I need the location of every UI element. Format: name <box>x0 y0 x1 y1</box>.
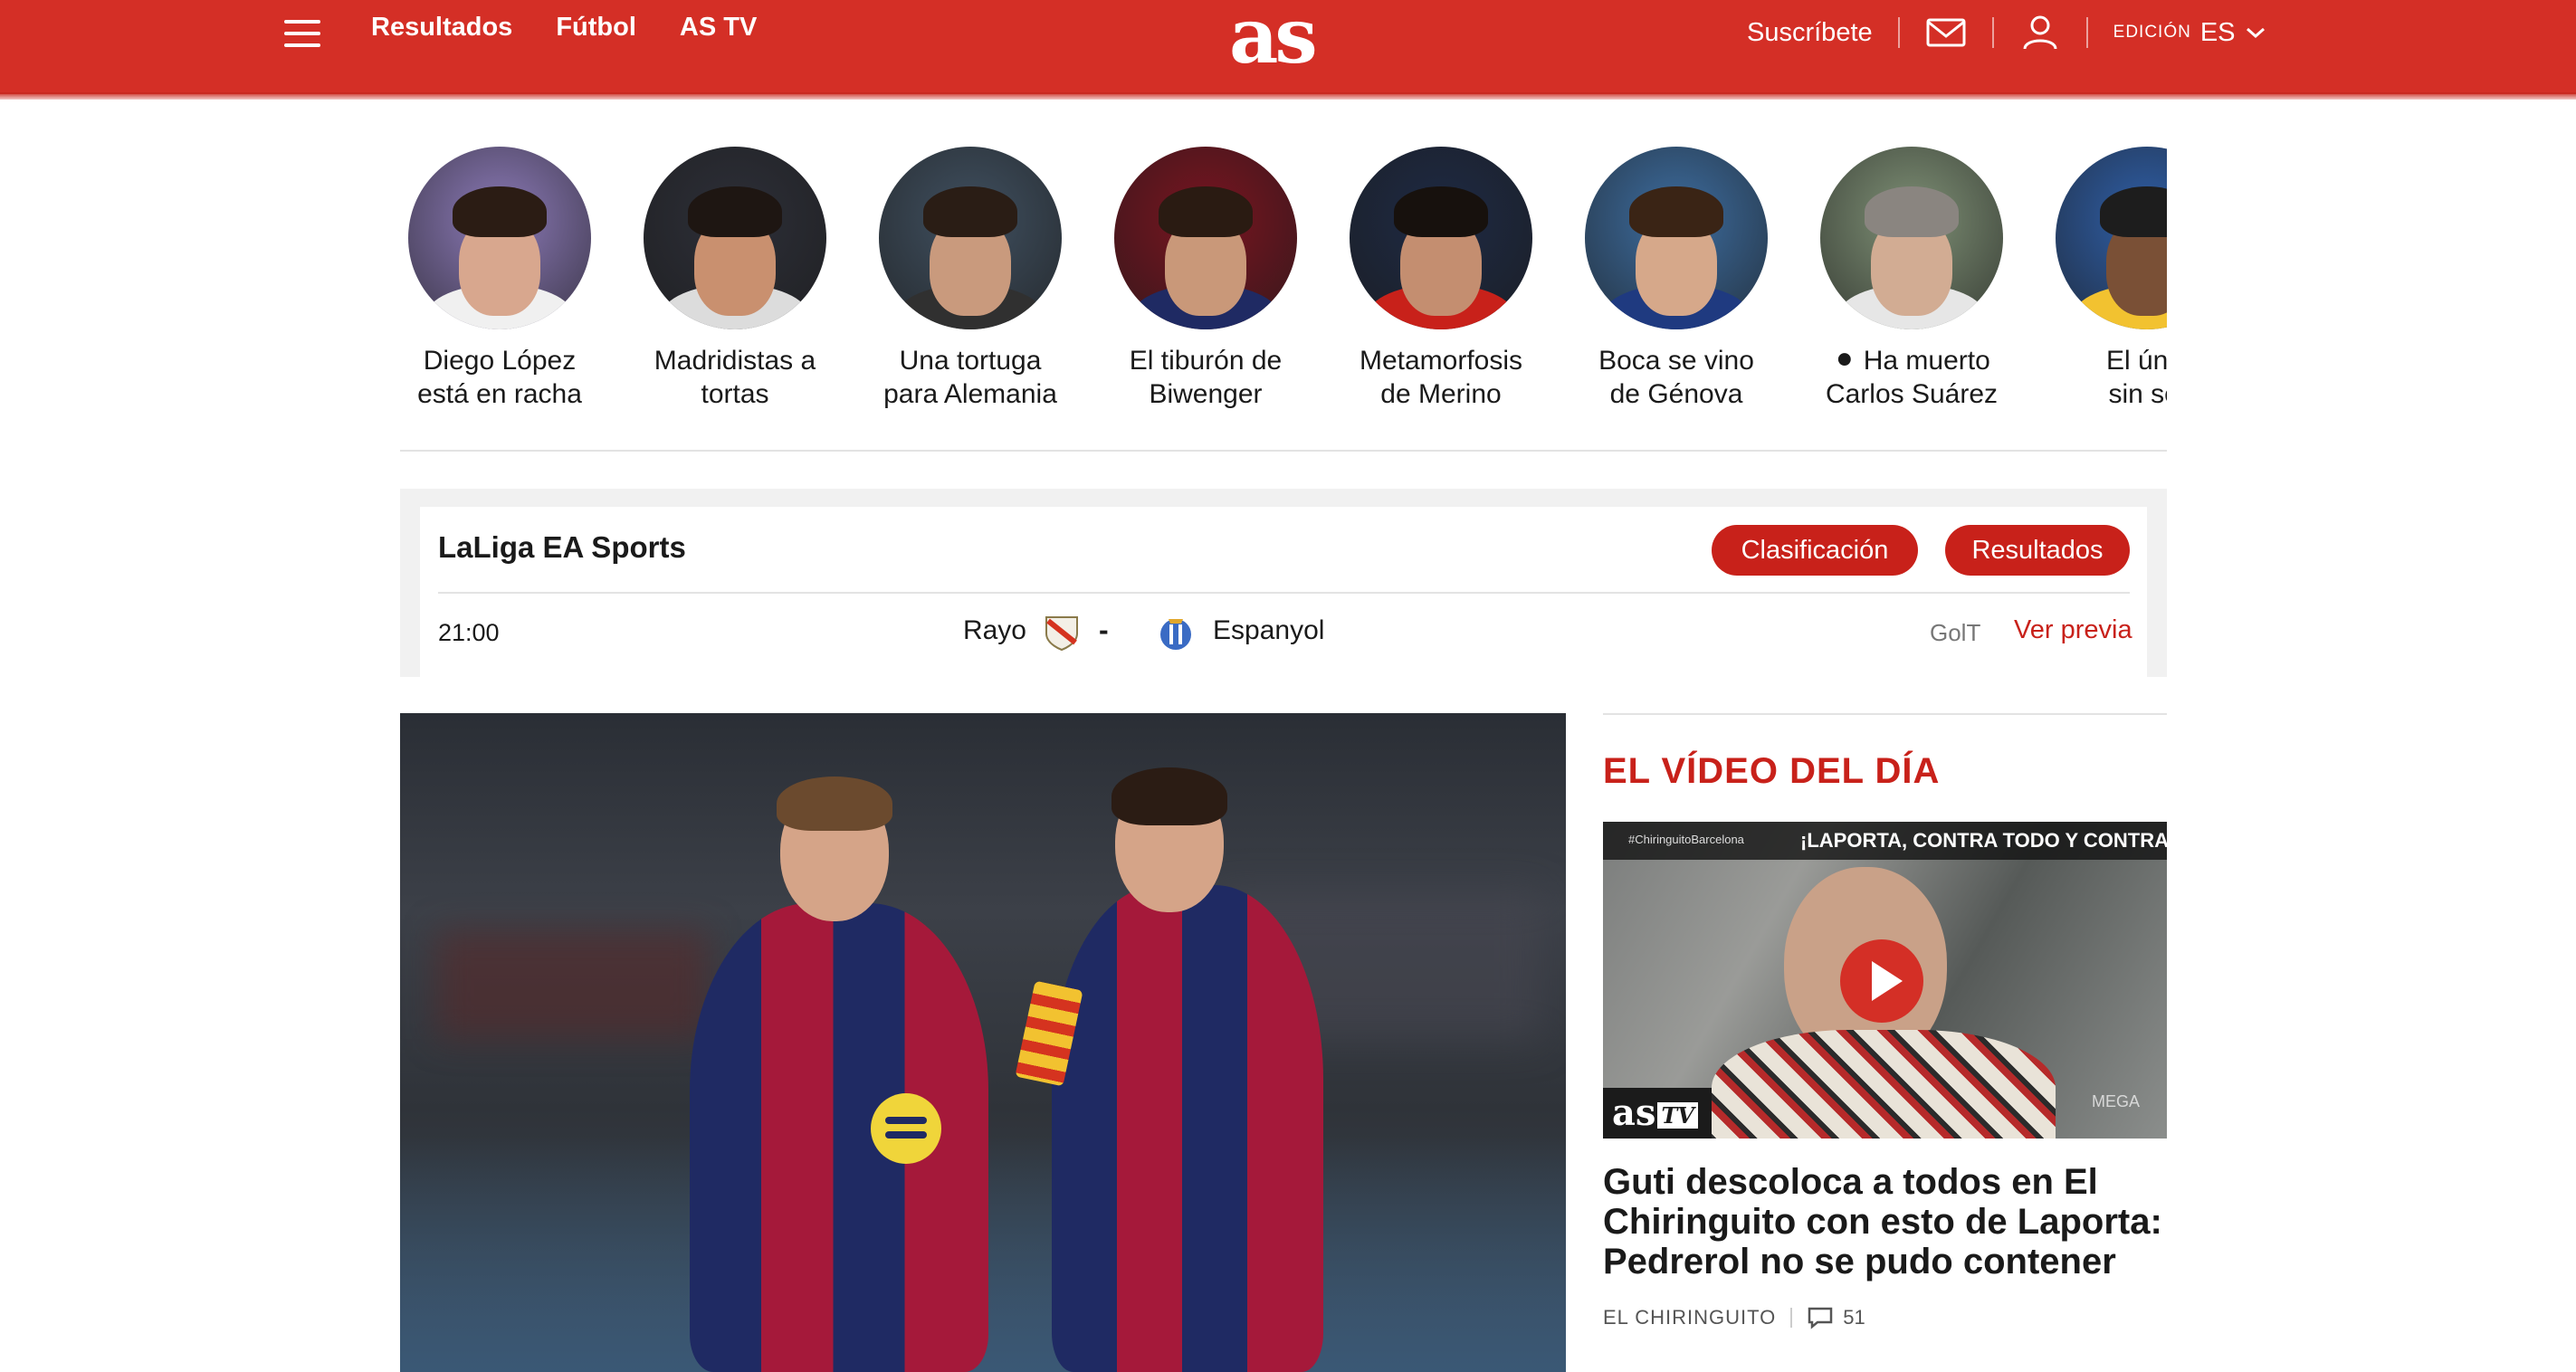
divider <box>438 592 2130 594</box>
mail-icon[interactable] <box>1925 14 1967 51</box>
nav-as-tv[interactable]: AS TV <box>680 13 757 43</box>
match-preview-link[interactable]: Ver previa <box>2014 615 2132 645</box>
divider <box>1897 17 1900 48</box>
story-item[interactable]: Una tortuga para Alemania <box>871 147 1070 411</box>
top-header: Resultados Fútbol AS TV as Suscríbete ED… <box>0 0 2576 100</box>
story-label: Diego López está en racha <box>417 346 582 409</box>
play-icon[interactable] <box>1840 939 1923 1023</box>
rayo-crest-icon <box>1045 616 1078 652</box>
nav-futbol[interactable]: Fútbol <box>556 13 636 43</box>
divider <box>1991 17 1994 48</box>
story-avatar <box>1585 147 1768 329</box>
article-source[interactable]: EL CHIRINGUITO <box>1603 1306 1776 1329</box>
laliga-card: LaLiga EA Sports Clasificación Resultado… <box>420 507 2147 677</box>
story-avatar <box>644 147 826 329</box>
video-hashtag: #ChiringuitoBarcelona <box>1628 833 1744 846</box>
story-item[interactable]: Madridistas a tortas <box>635 147 835 411</box>
menu-icon[interactable] <box>284 20 320 47</box>
story-item[interactable]: Metamorfosis de Merino <box>1341 147 1541 411</box>
home-team[interactable]: Rayo <box>918 615 1026 646</box>
edition-value: ES <box>2199 17 2236 47</box>
laliga-widget: LaLiga EA Sports Clasificación Resultado… <box>400 489 2167 677</box>
story-carousel: Diego López está en racha Madridistas a tor… <box>400 147 2167 418</box>
divider <box>1790 1308 1793 1328</box>
story-item[interactable]: El únicsin sel <box>2047 147 2167 411</box>
story-label: Boca se vino de Génova <box>1598 346 1754 409</box>
story-item[interactable]: Boca se vino de Génova <box>1577 147 1776 411</box>
divider <box>2085 17 2088 48</box>
story-label: Metamorfosis de Merino <box>1359 346 1523 409</box>
comment-icon <box>1808 1307 1833 1329</box>
edition-selector[interactable]: EDICIÓN ES <box>2113 18 2266 48</box>
divider <box>400 450 2167 452</box>
user-icon[interactable] <box>2019 14 2061 51</box>
video-thumbnail[interactable]: #ChiringuitoBarcelona ¡LAPORTA, CONTRA T… <box>1603 822 2167 1139</box>
story-label: Madridistas a tortas <box>654 346 816 409</box>
channel-watermark: MEGA <box>2091 1092 2140 1110</box>
story-avatar <box>2056 147 2167 329</box>
results-button[interactable]: Resultados <box>1945 525 2130 576</box>
match-time: 21:00 <box>438 619 500 646</box>
nav-resultados[interactable]: Resultados <box>371 13 512 43</box>
story-avatar <box>879 147 1062 329</box>
story-item[interactable]: Diego López está en racha <box>400 147 599 411</box>
broadcaster: GolT <box>1930 619 1981 646</box>
away-team[interactable]: Espanyol <box>1213 615 1324 646</box>
comment-count: 51 <box>1843 1306 1865 1329</box>
edition-label: EDICIÓN <box>2113 23 2191 42</box>
as-tv-logo: as TV <box>1603 1088 1712 1139</box>
video-headline[interactable]: Guti descoloca a todos en El Chiringuito… <box>1603 1162 2167 1281</box>
standings-button[interactable]: Clasificación <box>1712 525 1918 576</box>
score-separator: - <box>1099 614 1109 646</box>
story-label: El únicsin sel <box>2105 346 2167 409</box>
player-figure <box>690 903 988 1372</box>
header-actions: Suscríbete EDICIÓN ES <box>1747 13 2266 52</box>
player-figure <box>1052 885 1323 1372</box>
story-avatar <box>1350 147 1532 329</box>
story-label: ⚫ Ha muerto Carlos Suárez <box>1825 346 1999 409</box>
video-banner: ¡LAPORTA, CONTRA TODO Y CONTRA TODOS! <box>1800 829 2167 852</box>
article-meta: EL CHIRINGUITO 51 <box>1603 1306 1865 1329</box>
site-logo[interactable]: as <box>1229 0 1318 81</box>
story-item[interactable]: El tiburón de Biwenger <box>1106 147 1305 411</box>
comments-link[interactable]: 51 <box>1807 1306 1865 1329</box>
lead-story-image[interactable] <box>400 713 1566 1372</box>
story-label: El tiburón de Biwenger <box>1129 346 1283 409</box>
story-label: Una tortuga para Alemania <box>883 346 1057 409</box>
chevron-down-icon <box>2246 27 2265 39</box>
story-avatar <box>1114 147 1297 329</box>
story-avatar <box>408 147 591 329</box>
divider <box>1603 713 2167 715</box>
league-title[interactable]: LaLiga EA Sports <box>438 530 686 565</box>
espanyol-crest-icon <box>1160 619 1191 650</box>
story-item[interactable]: ⚫ Ha muerto Carlos Suárez <box>1812 147 2011 411</box>
sponsor-logo <box>871 1093 941 1164</box>
story-avatar <box>1820 147 2003 329</box>
subscribe-link[interactable]: Suscríbete <box>1747 18 1873 48</box>
video-of-the-day-title[interactable]: EL VÍDEO DEL DÍA <box>1603 751 1940 792</box>
main-nav: Resultados Fútbol AS TV <box>371 13 757 43</box>
